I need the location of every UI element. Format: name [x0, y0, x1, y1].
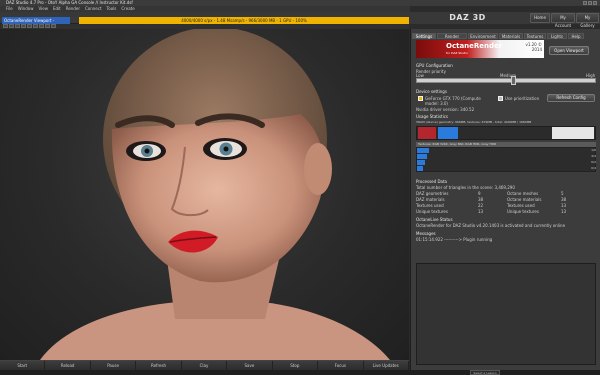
prioritization-checkbox[interactable]: [498, 96, 503, 101]
lesson-selector[interactable]: Select a Lesson: [470, 370, 500, 375]
texture-count-rgbhdr: 0/4: [591, 160, 596, 164]
stat-value: 13: [561, 203, 567, 208]
tab-textures[interactable]: Textures: [524, 33, 546, 39]
open-viewport-button[interactable]: Open Viewport: [549, 46, 589, 55]
octane-logo-subtitle: for DAZ Studio: [446, 51, 468, 55]
memory-texture-segment: [438, 127, 458, 139]
reload-button[interactable]: Reload: [45, 361, 91, 370]
minimize-icon[interactable]: [583, 1, 587, 5]
focus-button[interactable]: Focus: [318, 361, 364, 370]
tool-icon[interactable]: [21, 24, 26, 28]
status-bar: Select a Lesson: [0, 370, 600, 375]
daz-logo: DAZ 3D: [449, 13, 486, 22]
texture-bar-gray8: [417, 154, 427, 159]
octane-logo-text: OctaneRender: [446, 42, 503, 50]
triangle-count: Total number of triangles in the scene: …: [416, 185, 515, 190]
texture-count-rgb32: 1/6: [591, 148, 596, 152]
stat-value: 13: [561, 209, 567, 214]
stat-label: Unique textures: [507, 209, 539, 214]
tab-settings[interactable]: Settings: [412, 33, 436, 39]
vram-usage-line: VRAM (device) geometry: 966MB, textures:…: [416, 120, 532, 124]
tool-icon[interactable]: [33, 24, 38, 28]
tool-icon[interactable]: [15, 24, 20, 28]
tool-icon[interactable]: [39, 24, 44, 28]
save-button[interactable]: Save: [227, 361, 273, 370]
memory-free-segment: [552, 127, 594, 139]
viewport-tab[interactable]: OctaneRender Viewport - Rendering (1920 …: [2, 17, 70, 37]
tool-icon[interactable]: [45, 24, 50, 28]
texture-bar-grayhdr: [417, 166, 423, 171]
render-status-bar: 4000/4000 s/px - 1.48 Msamp/s - 966/3000…: [79, 17, 409, 24]
nav-home[interactable]: Home: [530, 13, 550, 23]
tool-icon[interactable]: [3, 24, 8, 28]
texture-count-gray8: 3/4: [591, 154, 596, 158]
close-icon[interactable]: [593, 1, 597, 5]
prioritization-label: Use prioritization: [505, 96, 540, 101]
tab-environment[interactable]: Environment: [468, 33, 498, 39]
pause-button[interactable]: Pause: [90, 361, 137, 370]
memory-geometry-segment: [418, 127, 436, 139]
message-log[interactable]: [416, 263, 596, 365]
stat-value: 13: [478, 209, 484, 214]
device-name: GeForce GTX 770 (Compute model: 3.0): [425, 96, 481, 106]
live-updates-button[interactable]: Live Updates: [363, 361, 409, 370]
viewport-footer: Start Reload Pause Refresh Clay Save Sto…: [0, 360, 409, 370]
activation-title: OctaneLive Status: [416, 217, 453, 222]
tab-lights[interactable]: Lights: [547, 33, 567, 39]
texture-usage-area: [416, 147, 596, 172]
render-viewport[interactable]: [0, 29, 409, 360]
gpu-config-title: GPU Configuration: [416, 63, 453, 68]
stat-label: Octane materials: [507, 197, 542, 202]
render-priority-slider[interactable]: [416, 78, 596, 83]
nvidia-driver-version: Nvidia driver version: 340.52: [416, 107, 475, 112]
nav-my-account[interactable]: My Account: [551, 13, 575, 28]
refresh-button[interactable]: Refresh: [136, 361, 182, 370]
stat-value: 9: [478, 191, 481, 196]
texture-bar-rgbhdr: [417, 160, 425, 165]
device-checkbox[interactable]: [418, 96, 423, 101]
texture-bar-rgb32: [417, 148, 429, 153]
tool-icon[interactable]: [51, 24, 56, 28]
clay-button[interactable]: Clay: [181, 361, 228, 370]
texture-count-grayhdr: 0/4: [591, 166, 596, 170]
stat-label: Textures used: [507, 203, 535, 208]
start-button[interactable]: Start: [0, 361, 46, 370]
octane-version: v1.20 © 2014: [525, 42, 542, 52]
stat-label: Octane meshes: [507, 191, 539, 196]
activation-status: OctaneRender for DAZ Studio v4.20.1403 i…: [416, 223, 566, 228]
tool-icon[interactable]: [27, 24, 32, 28]
stat-value: 38: [561, 197, 567, 202]
stat-value: 22: [478, 203, 484, 208]
tab-materials[interactable]: Materials: [499, 33, 523, 39]
tab-help[interactable]: Help: [568, 33, 584, 39]
stop-button[interactable]: Stop: [272, 361, 319, 370]
rendered-portrait: [40, 29, 390, 360]
processed-data-title: Processed Data: [416, 179, 447, 184]
tool-icon[interactable]: [9, 24, 14, 28]
nav-my-gallery[interactable]: My Gallery: [576, 13, 599, 28]
stat-label: Unique textures: [416, 209, 448, 214]
tab-render-settings[interactable]: Render Settings: [437, 33, 467, 45]
stat-label: Textures used: [416, 203, 444, 208]
priority-slider-handle[interactable]: [511, 76, 516, 85]
window-controls: [583, 1, 599, 5]
stat-value: 5: [561, 191, 564, 196]
refresh-config-button[interactable]: Refresh Config: [547, 94, 595, 102]
usage-stats-title: Usage Statistics: [416, 114, 449, 119]
message-line: 01:15:14.922 ----------> Plugin running: [416, 237, 493, 242]
messages-title: Messages: [416, 231, 436, 236]
maximize-icon[interactable]: [588, 1, 592, 5]
stat-label: DAZ materials: [416, 197, 445, 202]
stat-label: DAZ geometries: [416, 191, 449, 196]
stat-value: 38: [478, 197, 484, 202]
